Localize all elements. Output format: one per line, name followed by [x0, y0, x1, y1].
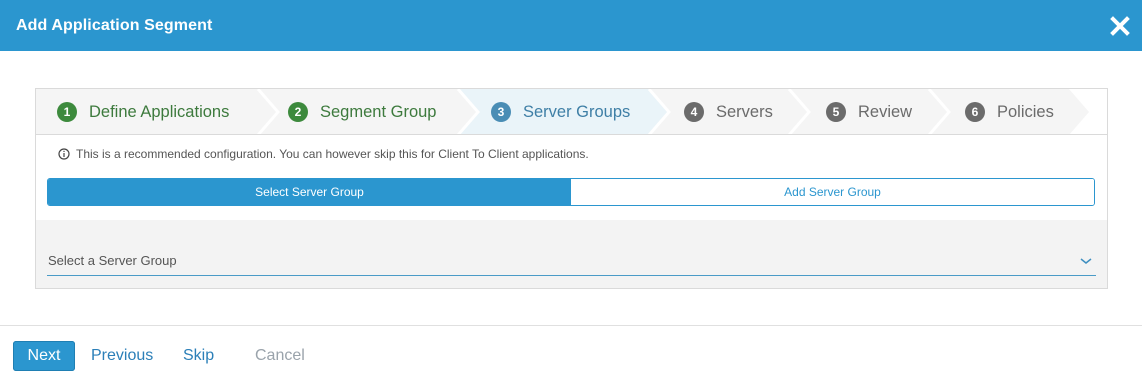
previous-button[interactable]: Previous	[91, 347, 153, 365]
step-label: Servers	[716, 102, 773, 121]
step-label: Define Applications	[89, 102, 230, 121]
select-placeholder: Select a Server Group	[48, 253, 177, 268]
server-group-select[interactable]: Select a Server Group	[47, 240, 1096, 276]
step-review[interactable]: 5 Review	[826, 89, 913, 134]
dialog-header: Add Application Segment	[0, 0, 1142, 51]
step-label: Policies	[997, 102, 1054, 121]
next-button[interactable]: Next	[13, 341, 75, 371]
chevron-down-icon	[1080, 258, 1092, 264]
select-server-group-tab[interactable]: Select Server Group	[48, 179, 571, 205]
wizard-panel: 1 Define Applications 2 Segment Group 3 …	[35, 88, 1108, 289]
server-group-mode-toggle: Select Server Group Add Server Group	[47, 178, 1095, 206]
step-number: 4	[684, 102, 704, 122]
step-number: 1	[57, 102, 77, 122]
server-group-select-area: Select a Server Group	[36, 220, 1107, 288]
add-server-group-tab[interactable]: Add Server Group	[571, 179, 1094, 205]
recommendation-text: This is a recommended configuration. You…	[76, 147, 589, 161]
dialog-title: Add Application Segment	[16, 17, 213, 34]
step-policies[interactable]: 6 Policies	[965, 89, 1054, 134]
step-label: Segment Group	[320, 102, 437, 121]
step-number: 3	[491, 102, 511, 122]
step-number: 2	[288, 102, 308, 122]
step-number: 6	[965, 102, 985, 122]
info-icon	[58, 148, 70, 160]
step-define-applications[interactable]: 1 Define Applications	[57, 89, 230, 134]
recommendation-note: This is a recommended configuration. You…	[58, 147, 589, 161]
cancel-button[interactable]: Cancel	[255, 347, 305, 365]
skip-button[interactable]: Skip	[183, 347, 214, 365]
step-number: 5	[826, 102, 846, 122]
step-servers[interactable]: 4 Servers	[684, 89, 773, 134]
step-label: Server Groups	[523, 102, 631, 121]
step-server-groups[interactable]: 3 Server Groups	[491, 89, 631, 134]
close-icon[interactable]	[1108, 14, 1132, 38]
wizard-steps: 1 Define Applications 2 Segment Group 3 …	[36, 89, 1107, 135]
footer-divider	[0, 325, 1142, 326]
step-label: Review	[858, 102, 913, 121]
step-segment-group[interactable]: 2 Segment Group	[288, 89, 437, 134]
